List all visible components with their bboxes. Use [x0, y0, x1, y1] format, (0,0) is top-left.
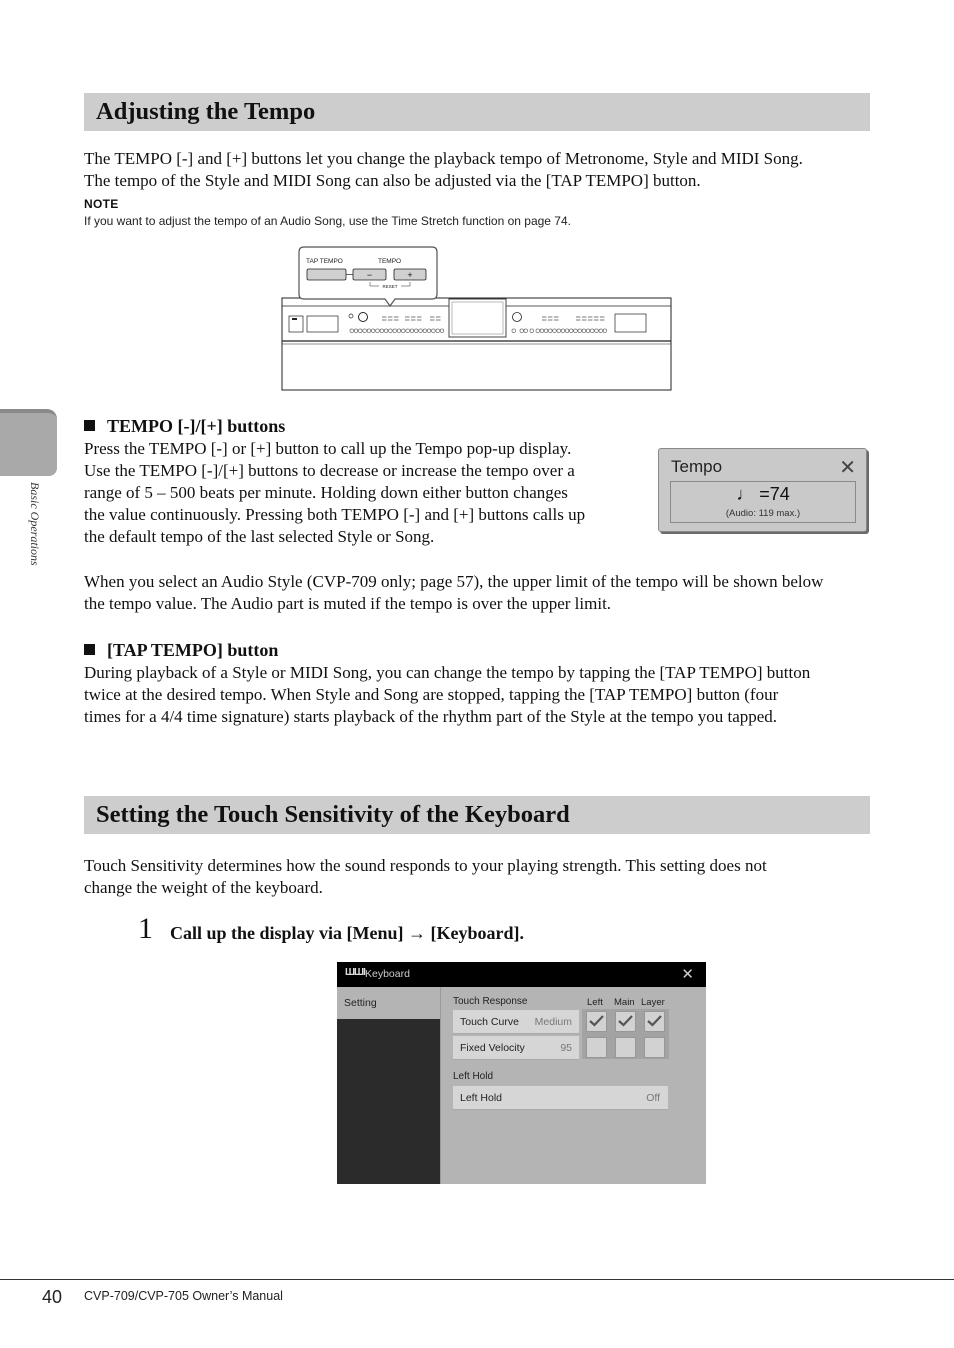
tap-tempo-label: TAP TEMPO: [306, 258, 343, 265]
checkmark-icon: [589, 1015, 604, 1027]
chapter-label: Basic Operations: [26, 482, 46, 582]
note-text: If you want to adjust the tempo of an Au…: [84, 214, 571, 228]
square-bullet-icon: [84, 644, 95, 655]
tap-tempo-button[interactable]: [306, 268, 347, 281]
step-number: 1: [138, 912, 153, 945]
chapter-tab: [0, 409, 57, 476]
tempo-buttons-description: Press the TEMPO [-] or [+] button to cal…: [84, 438, 585, 548]
tempo-label: TEMPO: [378, 258, 401, 265]
screen-titlebar: ШШІ Keyboard ✕: [337, 962, 706, 987]
subheading-tap-tempo-text: [TAP TEMPO] button: [107, 640, 279, 660]
subheading-tap-tempo: [TAP TEMPO] button: [84, 639, 278, 661]
checkbox-main-fixed-velocity[interactable]: [615, 1037, 636, 1058]
tap-desc-line-2: twice at the desired tempo. When Style a…: [84, 685, 779, 704]
column-left: Left: [587, 997, 603, 1008]
chapter-label-text: Basic Operations: [28, 482, 42, 566]
tempo-intro-line-2: The tempo of the Style and MIDI Song can…: [84, 171, 701, 190]
touch-response-label: Touch Response: [453, 996, 528, 1007]
fixed-velocity-label: Fixed Velocity: [460, 1042, 525, 1054]
tempo-desc-line-2: Use the TEMPO [-]/[+] buttons to decreas…: [84, 461, 575, 480]
checkmark-icon: [647, 1015, 662, 1027]
panel-display: [448, 298, 507, 338]
tempo-audio-max: (Audio: 119 max.): [725, 508, 801, 519]
subheading-tempo-buttons-text: TEMPO [-]/[+] buttons: [107, 416, 286, 436]
checkbox-layer-touch-curve[interactable]: [644, 1011, 665, 1032]
panel-divider: [440, 987, 441, 1184]
tap-tempo-description: During playback of a Style or MIDI Song,…: [84, 662, 810, 728]
touch-curve-value: Medium: [534, 1016, 572, 1028]
tempo-minus-label: −: [367, 270, 372, 280]
checkbox-layer-fixed-velocity[interactable]: [644, 1037, 665, 1058]
column-main: Main: [614, 997, 635, 1008]
checkbox-left-touch-curve[interactable]: [586, 1011, 607, 1032]
audio-style-line-2: the tempo value. The Audio part is muted…: [84, 594, 612, 613]
checkbox-grid: [582, 1009, 669, 1059]
tempo-intro: The TEMPO [-] and [+] buttons let you ch…: [84, 148, 803, 192]
left-hold-label: Left Hold: [460, 1092, 503, 1104]
square-bullet-icon: [84, 420, 95, 431]
tempo-intro-line-1: The TEMPO [-] and [+] buttons let you ch…: [84, 149, 803, 168]
fixed-velocity-value: 95: [560, 1042, 572, 1054]
checkbox-left-fixed-velocity[interactable]: [586, 1037, 607, 1058]
fixed-velocity-row[interactable]: Fixed Velocity 95: [453, 1036, 579, 1060]
touch-curve-label: Touch Curve: [460, 1016, 519, 1028]
section-heading-touch: Setting the Touch Sensitivity of the Key…: [96, 801, 570, 828]
tempo-desc-line-1: Press the TEMPO [-] or [+] button to cal…: [84, 439, 572, 458]
column-layer: Layer: [641, 997, 665, 1008]
right-panel-box: [614, 313, 647, 333]
screen-title: Keyboard: [365, 968, 410, 980]
audio-style-line-1: When you select an Audio Style (CVP-709 …: [84, 572, 824, 591]
touch-intro: Touch Sensitivity determines how the sou…: [84, 855, 767, 899]
page-number: 40: [42, 1287, 63, 1307]
note-block: NOTE If you want to adjust the tempo of …: [84, 197, 571, 228]
manual-title: CVP-709/CVP-705 Owner’s Manual: [84, 1289, 283, 1303]
tempo-plus-label: +: [407, 270, 412, 280]
tempo-desc-line-3: range of 5 – 500 beats per minute. Holdi…: [84, 483, 568, 502]
tempo-popup-title: Tempo: [671, 457, 723, 476]
left-hold-value: Off: [646, 1092, 660, 1104]
subheading-tempo-buttons: TEMPO [-]/[+] buttons: [84, 415, 285, 437]
tap-desc-line-3: times for a 4/4 time signature) starts p…: [84, 707, 778, 726]
tempo-desc-line-4: the value continuously. Pressing both TE…: [84, 505, 586, 524]
step-instruction: Call up the display via [Menu] → [Keyboa…: [170, 923, 525, 943]
tempo-popup: Tempo ✕ ♩ =74 (Audio: 119 max.): [658, 448, 867, 532]
note-label: NOTE: [84, 197, 119, 211]
left-hold-row[interactable]: Left Hold Off: [453, 1086, 668, 1110]
section-heading-bar-touch: Setting the Touch Sensitivity of the Key…: [84, 796, 870, 834]
section-heading-tempo: Adjusting the Tempo: [96, 98, 316, 125]
touch-intro-line-2: change the weight of the keyboard.: [84, 878, 323, 897]
keyboard-settings-screen: ШШІ Keyboard ✕ Setting Touch Response Le…: [337, 962, 706, 1184]
tempo-value: ♩ =74: [736, 484, 790, 504]
section-heading-bar-tempo: Adjusting the Tempo: [84, 93, 870, 131]
close-icon[interactable]: ✕: [839, 455, 856, 480]
keyboard-icon: ШШІ: [345, 967, 366, 978]
checkbox-main-touch-curve[interactable]: [615, 1011, 636, 1032]
tab-setting-label: Setting: [344, 997, 377, 1009]
touch-intro-line-1: Touch Sensitivity determines how the sou…: [84, 856, 767, 875]
tempo-desc-line-5: the default tempo of the last selected S…: [84, 527, 435, 546]
audio-style-paragraph: When you select an Audio Style (CVP-709 …: [84, 571, 823, 615]
tab-setting[interactable]: Setting: [337, 987, 440, 1019]
checkmark-icon: [618, 1015, 633, 1027]
close-icon[interactable]: ✕: [681, 965, 694, 983]
left-panel: [337, 1019, 440, 1184]
reset-label: RESET: [382, 284, 397, 289]
left-panel-box: [306, 315, 339, 333]
tempo-value-box: ♩ =74 (Audio: 119 max.): [670, 481, 856, 523]
panel-illustration: TAP TEMPO TEMPO − + RESET: [281, 246, 672, 391]
tap-desc-line-1: During playback of a Style or MIDI Song,…: [84, 663, 811, 682]
touch-curve-row[interactable]: Touch Curve Medium: [453, 1010, 579, 1034]
footer-rule: [0, 1279, 954, 1280]
left-hold-section-label: Left Hold: [453, 1071, 494, 1082]
